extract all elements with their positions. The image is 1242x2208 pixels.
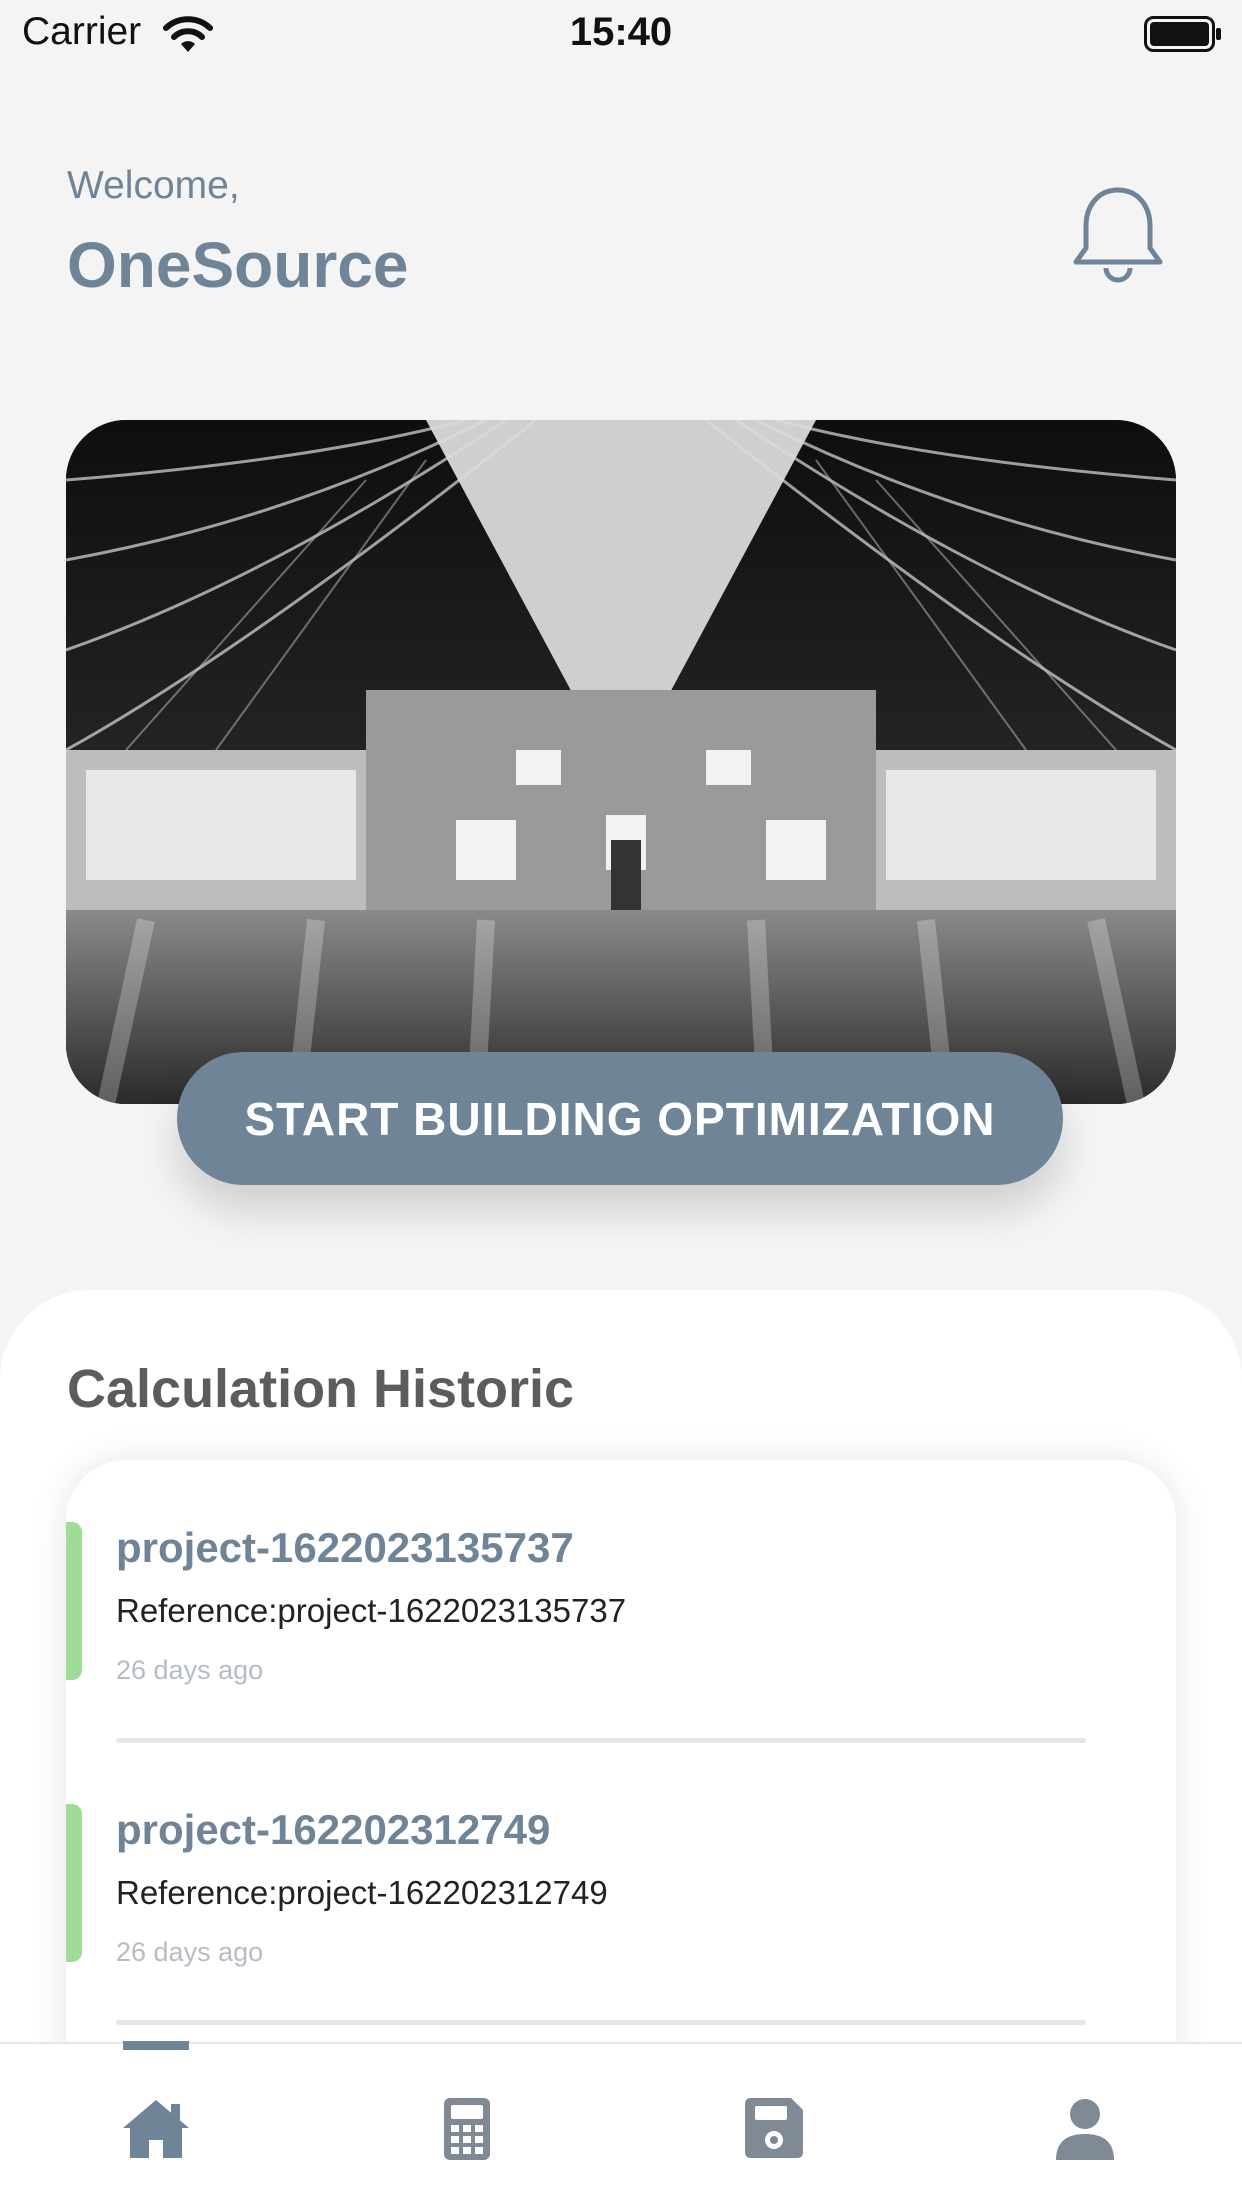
battery-icon: [1144, 16, 1221, 52]
hero-image: [66, 420, 1176, 1104]
clock: 15:40: [569, 10, 673, 54]
welcome-label: Welcome,: [67, 164, 240, 207]
bell-icon[interactable]: [1070, 182, 1166, 290]
tab-home[interactable]: [121, 2094, 191, 2164]
tab-save[interactable]: [739, 2094, 809, 2164]
project-title: project-1622023135737: [116, 1524, 574, 1571]
divider: [116, 2020, 1086, 2025]
project-reference: Reference:project-1622023135737: [116, 1592, 627, 1629]
project-time: 26 days ago: [116, 1655, 264, 1685]
history-panel: Calculation Historic project-16220231357…: [0, 1290, 1242, 2080]
project-title: project-162202312749: [116, 1806, 551, 1853]
divider: [116, 1738, 1086, 1743]
start-optimization-button[interactable]: START BUILDING OPTIMIZATION: [177, 1052, 1063, 1185]
user-icon: [1056, 2099, 1114, 2160]
user-name: OneSource: [67, 229, 409, 301]
history-title: Calculation Historic: [67, 1359, 575, 1419]
tab-profile[interactable]: [1050, 2094, 1120, 2164]
calculator-icon: [444, 2098, 490, 2160]
active-tab-indicator: [123, 2041, 189, 2050]
tab-bar: [0, 2041, 1242, 2208]
history-item[interactable]: project-1622023135737 Reference:project-…: [66, 1522, 1176, 1802]
project-reference: Reference:project-162202312749: [116, 1874, 608, 1911]
tab-calculator[interactable]: [432, 2094, 502, 2164]
history-card: project-1622023135737 Reference:project-…: [66, 1460, 1176, 2080]
hangar-image: [66, 420, 1176, 1104]
status-indicator: [66, 1804, 82, 1962]
home-screen: Carrier 15:40 Welcome, OneSource START B…: [0, 0, 1242, 2208]
save-icon: [745, 2098, 803, 2158]
status-bar: Carrier 15:40: [0, 0, 1242, 66]
home-icon: [123, 2100, 189, 2158]
status-indicator: [66, 1522, 82, 1680]
history-item[interactable]: project-162202312749 Reference:project-1…: [66, 1804, 1176, 2080]
project-time: 26 days ago: [116, 1937, 264, 1967]
